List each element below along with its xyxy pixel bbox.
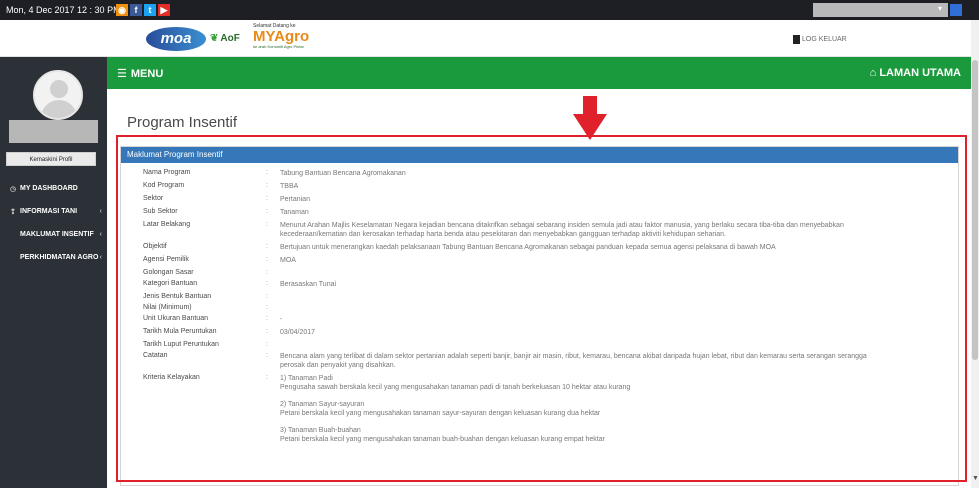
youtube-icon[interactable]: ▶ [158,4,170,16]
aof-logo: ❦ AoF [210,33,240,44]
myagro-logo: Selamat Datang ke MYAgro ke arah Komunit… [253,23,310,49]
sidebar-nav: ◷ MY DASHBOARD ❢ INFORMASI TANI ‹ MAKLUM… [0,177,107,269]
logout-icon [793,35,800,44]
page-title: Program Insentif [127,114,238,131]
chevron-left-icon: ‹ [99,254,102,261]
top-bar: Mon, 4 Dec 2017 12 : 30 PM ◉ f t ▶ ▾ [0,0,979,20]
menu-button[interactable]: ☰ MENU [117,67,163,80]
sidebar-item-dashboard[interactable]: ◷ MY DASHBOARD [0,177,107,200]
avatar [33,70,83,120]
twitter-icon[interactable]: t [144,4,156,16]
sidebar-item-informasi-tani[interactable]: ❢ INFORMASI TANI ‹ [0,200,107,223]
update-profile-button[interactable]: Kemaskini Profil [6,152,96,166]
leaf-icon: ❦ [210,33,219,44]
user-menu-icon[interactable] [950,4,962,16]
rss-icon[interactable]: ◉ [116,4,128,16]
info-icon: ❢ [10,208,16,216]
chevron-left-icon: ‹ [99,208,102,215]
logout-link[interactable]: LOG KELUAR [793,35,847,44]
scrollbar-thumb[interactable] [972,60,978,360]
sidebar: Kemaskini Profil ◷ MY DASHBOARD ❢ INFORM… [0,57,107,488]
sidebar-item-maklumat-insentif[interactable]: MAKLUMAT INSENTIF ‹ [0,223,107,246]
chevron-left-icon: ‹ [99,231,102,238]
user-name-redacted[interactable] [813,3,948,17]
main-header: ☰ MENU ⌂ LAMAN UTAMA [107,57,971,89]
facebook-icon[interactable]: f [130,4,142,16]
datetime: Mon, 4 Dec 2017 12 : 30 PM [6,5,121,15]
user-name-redacted [9,120,98,143]
home-link[interactable]: ⌂ LAMAN UTAMA [870,67,961,79]
social-links: ◉ f t ▶ [116,4,170,16]
chevron-down-icon[interactable]: ▾ [938,4,942,13]
sidebar-item-perkhidmatan-agro[interactable]: PERKHIDMATAN AGRO ‹ [0,246,107,269]
highlight-frame [116,135,967,482]
scroll-down-icon[interactable]: ▼ [972,475,979,482]
hamburger-icon: ☰ [117,68,127,80]
arrow-down-icon [573,96,607,140]
moa-logo: moa [146,27,206,51]
home-icon: ⌂ [869,67,880,79]
dashboard-icon: ◷ [10,185,17,193]
